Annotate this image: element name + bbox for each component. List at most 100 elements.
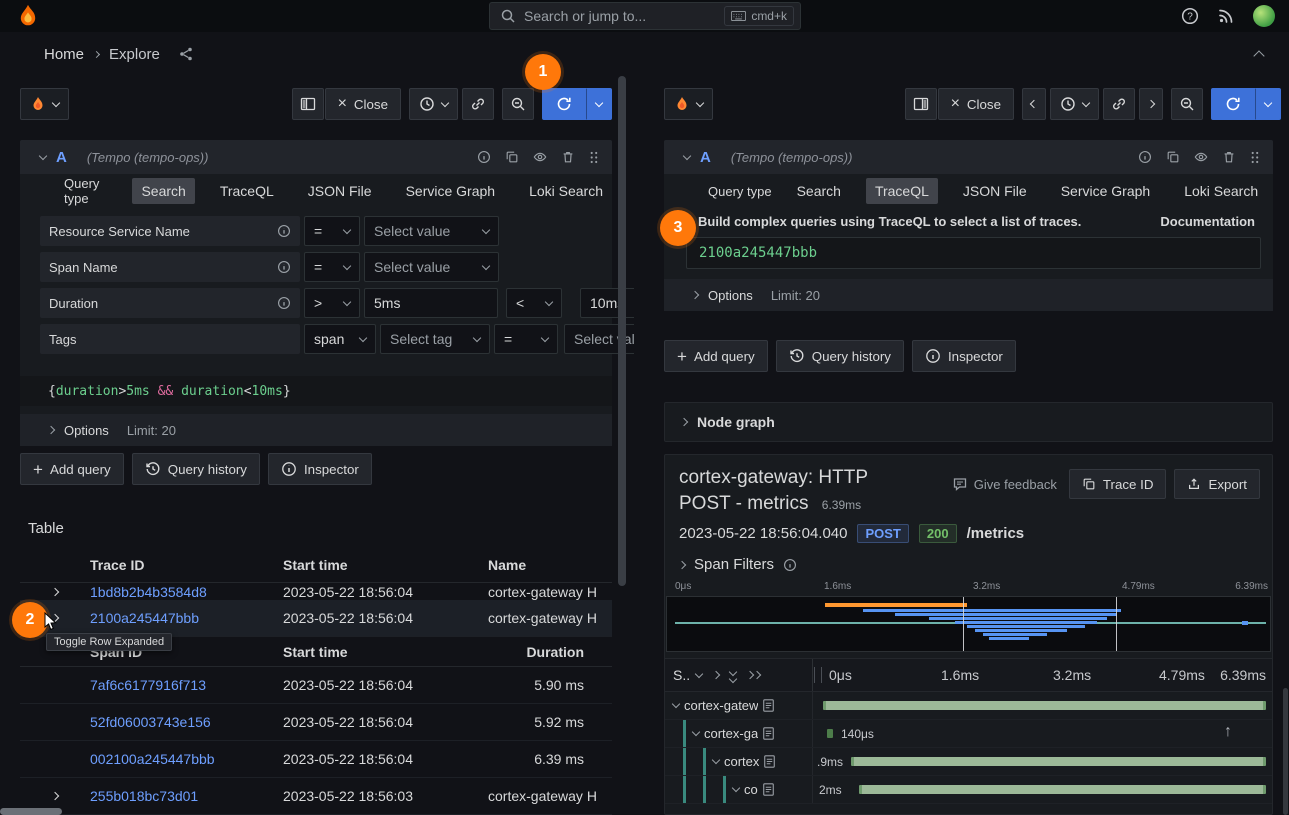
query-help-icon[interactable] [477,150,491,164]
disable-query-icon[interactable] [533,150,547,164]
tab-service-graph[interactable]: Service Graph [1052,178,1159,204]
collapse-span-icon[interactable] [672,700,680,708]
share-icon[interactable] [178,46,194,62]
options-collapse[interactable]: Options Limit: 20 [664,279,1273,311]
span-row[interactable]: cortex-gatew [665,692,1272,720]
breadcrumb-home[interactable]: Home [44,46,84,63]
duplicate-query-icon[interactable] [1166,150,1180,164]
grafana-logo[interactable] [16,4,40,28]
close-split-button[interactable]: × Close [325,88,401,120]
collapse-section-icon[interactable] [1253,50,1264,61]
trace-id-button[interactable]: Trace ID [1069,469,1167,499]
vertical-scrollbar[interactable] [618,76,626,586]
span-row[interactable]: cortex .9ms [665,748,1272,776]
close-split-button[interactable]: × Close [938,88,1014,120]
span-name-value-select[interactable]: Select value [364,252,499,282]
tags-tag-select[interactable]: Select tag [380,324,490,354]
tab-json-file[interactable]: JSON File [954,178,1036,204]
span-bar[interactable] [859,785,1266,794]
inspector-button[interactable]: Inspector [268,453,372,485]
duplicate-query-icon[interactable] [505,150,519,164]
breadcrumb-current[interactable]: Explore [109,46,160,63]
split-pane-button[interactable] [905,88,937,120]
col-start-time[interactable]: Start time [283,557,488,573]
inspector-button[interactable]: Inspector [912,340,1016,372]
span-id-link[interactable]: 002100a245447bbb [90,751,283,767]
service-name-operator-select[interactable]: = [304,216,360,246]
run-query-interval-dropdown[interactable] [1255,88,1281,120]
add-query-button[interactable]: +Add query [664,340,768,372]
zoom-out-button[interactable] [502,88,534,120]
collapse-span-icon[interactable] [712,756,720,764]
row-expander-icon[interactable] [20,793,90,799]
tab-search[interactable]: Search [132,178,194,204]
span-detail-icon[interactable] [764,755,775,768]
remove-query-icon[interactable] [1222,150,1236,164]
zoom-out-button[interactable] [1171,88,1203,120]
tab-search[interactable]: Search [788,178,850,204]
tags-scope-select[interactable]: span [304,324,376,354]
row-expander-icon[interactable] [20,589,90,595]
disable-query-icon[interactable] [1194,150,1208,164]
chevron-right-icon[interactable] [678,560,686,568]
drag-handle-icon[interactable] [589,150,598,165]
span-row[interactable]: co 2ms [665,776,1272,804]
tab-traceql[interactable]: TraceQL [211,178,283,204]
span-detail-icon[interactable] [763,727,774,740]
give-feedback-link[interactable]: Give feedback [952,476,1057,492]
span-detail-icon[interactable] [763,783,774,796]
duration-min-operator-select[interactable]: > [304,288,360,318]
traceql-code-editor[interactable]: 2100a245447bbb [686,237,1261,269]
time-picker[interactable] [1050,88,1099,120]
expand-deep-icon[interactable] [747,672,760,678]
remove-query-icon[interactable] [561,150,575,164]
minimap-viewport-end[interactable] [1116,597,1117,651]
shift-time-forward-button[interactable] [1139,88,1163,120]
news-icon[interactable] [1217,7,1235,25]
collapse-span-icon[interactable] [692,728,700,736]
help-icon[interactable]: ? [1181,7,1199,25]
trace-id-link[interactable]: 255b018bc73d01 [90,788,283,804]
tab-service-graph[interactable]: Service Graph [397,178,504,204]
datasource-picker[interactable] [664,88,713,120]
search-input[interactable]: Search or jump to... cmd+k [489,2,801,30]
span-bar[interactable] [827,729,833,738]
tab-traceql[interactable]: TraceQL [866,178,938,204]
span-bar[interactable] [851,757,1266,766]
span-id-link[interactable]: 7af6c6177916f713 [90,677,283,693]
copy-link-button[interactable] [462,88,494,120]
copy-link-button[interactable] [1103,88,1135,120]
trace-id-link[interactable]: 2100a245447bbb [90,610,283,626]
collapse-query-icon[interactable] [683,151,691,159]
time-picker[interactable] [409,88,458,120]
query-row-header[interactable]: A (Tempo (tempo-ops)) [20,140,612,174]
export-button[interactable]: Export [1174,469,1260,499]
shift-time-back-button[interactable] [1022,88,1046,120]
collapse-all-icon[interactable] [730,669,736,682]
collapse-span-icon[interactable] [732,784,740,792]
span-row[interactable]: cortex-ga 140μs ↑ [665,720,1272,748]
node-graph-panel[interactable]: Node graph [664,402,1273,442]
options-collapse[interactable]: Options Limit: 20 [20,414,612,446]
collapse-query-icon[interactable] [39,151,47,159]
tab-loki-search[interactable]: Loki Search [520,178,612,204]
query-row-header[interactable]: A (Tempo (tempo-ops)) [664,140,1273,174]
run-query-button[interactable] [1211,88,1255,120]
query-history-button[interactable]: Query history [132,453,260,485]
table-row-expanded[interactable]: 2100a245447bbb 2023-05-22 18:56:04 corte… [20,600,612,637]
query-help-icon[interactable] [1138,150,1152,164]
trace-minimap[interactable] [666,596,1271,652]
span-filters-title[interactable]: Span Filters [694,556,774,573]
span-bar[interactable] [823,701,1266,710]
user-avatar[interactable] [1253,5,1275,27]
query-history-button[interactable]: Query history [776,340,904,372]
tab-loki-search[interactable]: Loki Search [1175,178,1267,204]
run-query-interval-dropdown[interactable] [586,88,612,120]
service-name-value-select[interactable]: Select value [364,216,499,246]
span-id-link[interactable]: 52fd06003743e156 [90,714,283,730]
span-name-operator-select[interactable]: = [304,252,360,282]
run-query-button[interactable] [542,88,586,120]
tags-operator-select[interactable]: = [494,324,558,354]
documentation-link[interactable]: Documentation [1160,214,1255,229]
horizontal-scrollbar[interactable] [0,808,62,815]
